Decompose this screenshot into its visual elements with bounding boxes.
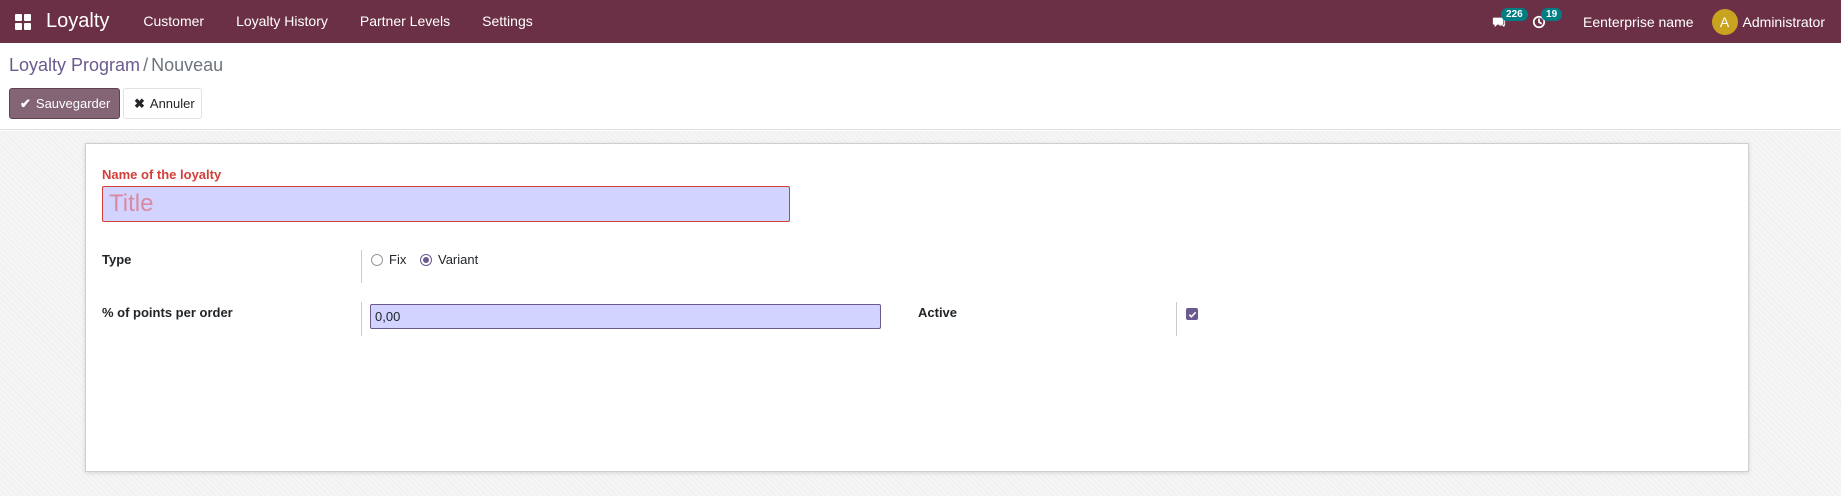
menu-partner-levels[interactable]: Partner Levels <box>344 0 466 43</box>
save-button[interactable]: ✔ Sauvegarder <box>9 88 120 119</box>
activities-button[interactable]: 19 <box>1519 0 1563 43</box>
name-field-label: Name of the loyalty <box>102 167 222 182</box>
menu-loyalty-history[interactable]: Loyalty History <box>220 0 344 43</box>
checkmark-icon <box>1188 311 1196 318</box>
close-icon: ✖ <box>134 95 145 111</box>
check-icon: ✔ <box>20 95 31 111</box>
menu-customer[interactable]: Customer <box>127 0 220 43</box>
form-view-background: Name of the loyalty Title Type Fix Varia… <box>0 131 1841 496</box>
radio-variant[interactable] <box>420 254 432 266</box>
separator <box>361 302 362 336</box>
messages-button[interactable]: 226 <box>1479 0 1528 43</box>
top-navbar: Loyalty Customer Loyalty History Partner… <box>0 0 1841 43</box>
menu-settings[interactable]: Settings <box>466 0 549 43</box>
radio-variant-label[interactable]: Variant <box>438 252 478 267</box>
points-input[interactable]: 0,00 <box>370 304 881 329</box>
breadcrumb-separator: / <box>143 55 149 75</box>
app-brand[interactable]: Loyalty <box>46 10 109 33</box>
company-switcher[interactable]: Eenterprise name <box>1559 14 1712 30</box>
avatar: A <box>1711 8 1738 35</box>
cancel-button-label: Annuler <box>149 96 195 111</box>
separator <box>361 250 362 283</box>
active-checkbox[interactable] <box>1186 308 1198 320</box>
control-panel: Loyalty Program / Nouveau ✔ Sauvegarder ✖ … <box>0 43 1841 130</box>
apps-menu-icon[interactable] <box>6 0 40 43</box>
active-field-label: Active <box>918 305 958 320</box>
breadcrumb-parent[interactable]: Loyalty Program <box>9 55 140 75</box>
form-sheet: Name of the loyalty Title Type Fix Varia… <box>85 143 1749 472</box>
save-button-label: Sauvegarder <box>35 96 111 111</box>
activities-badge: 19 <box>1541 8 1563 21</box>
points-field-label: % of points per order <box>102 305 233 320</box>
name-input[interactable]: Title <box>102 186 790 222</box>
type-field-label: Type <box>102 252 132 267</box>
separator <box>1176 302 1177 336</box>
radio-fix-label[interactable]: Fix <box>389 252 406 267</box>
user-menu[interactable]: A Administrator <box>1711 8 1841 35</box>
breadcrumb-current: Nouveau <box>151 55 224 75</box>
breadcrumb: Loyalty Program / Nouveau <box>9 55 223 76</box>
user-name: Administrator <box>1742 13 1825 30</box>
cancel-button[interactable]: ✖ Annuler <box>123 88 202 119</box>
radio-fix[interactable] <box>371 254 383 266</box>
